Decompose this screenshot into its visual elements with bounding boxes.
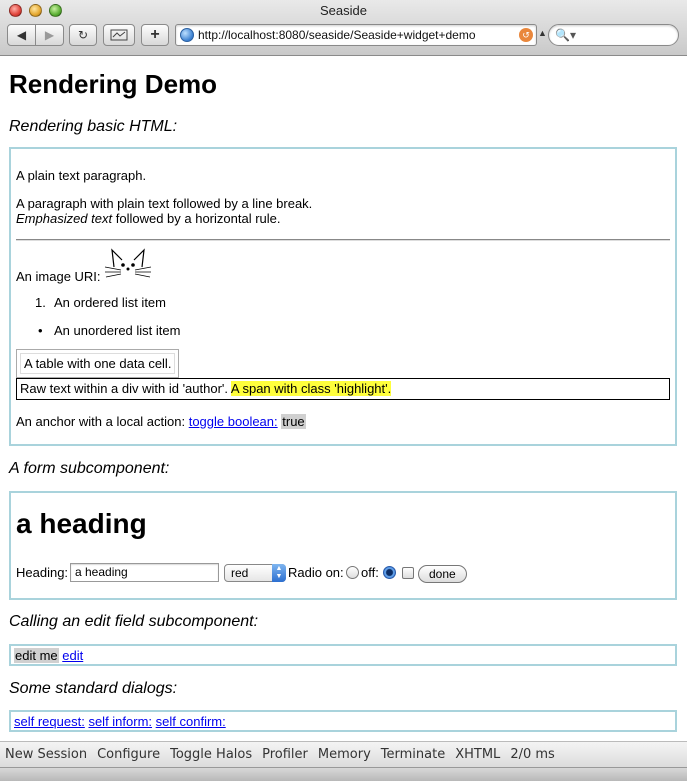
section-title-form: A form subcomponent:	[9, 460, 170, 477]
edit-link[interactable]: edit	[62, 648, 83, 663]
browser-status-bar	[0, 767, 687, 781]
form-heading: a heading	[16, 508, 147, 539]
section-title-basic-html: Rendering basic HTML:	[9, 118, 178, 135]
anchor-label: An anchor with a local action:	[16, 414, 189, 429]
self-inform-link[interactable]: self inform:	[88, 714, 152, 729]
select-arrows-icon: ▲ ▼	[272, 564, 286, 582]
back-arrow-icon: ◀	[16, 28, 27, 42]
basic-html-box: A plain text paragraph. A paragraph with…	[9, 147, 677, 446]
self-confirm-link[interactable]: self confirm:	[156, 714, 226, 729]
page-title: Rendering Demo	[9, 69, 218, 99]
heading-label: Heading:	[16, 565, 69, 580]
dialogs-line: self request: self inform: self confirm:	[14, 714, 226, 729]
form-box: a heading Heading: a heading red ▲ ▼ Radi…	[9, 491, 677, 600]
radio-on-label: Radio on:	[288, 565, 344, 580]
ordered-list-item: An ordered list item	[54, 295, 166, 310]
edit-field-line: edit me edit	[14, 648, 83, 663]
plain-paragraph: A plain text paragraph.	[16, 168, 147, 183]
window-titlebar: Seaside ◀ ▶ ↻ + http://localhost:8080/se…	[0, 0, 687, 56]
snapback-button[interactable]	[103, 24, 135, 46]
table-cell: A table with one data cell.	[20, 353, 176, 374]
boolean-value: true	[281, 414, 306, 429]
refresh-page-icon[interactable]: ↺	[519, 28, 533, 42]
author-div: Raw text within a div with id 'author'. …	[16, 378, 670, 400]
search-field[interactable]: 🔍▾	[548, 24, 679, 46]
configure-link[interactable]: Configure	[97, 747, 160, 762]
edit-field-value: edit me	[14, 648, 59, 663]
address-bar[interactable]: http://localhost:8080/seaside/Seaside+wi…	[175, 24, 537, 46]
seaside-toolbar: New Session Configure Toggle Halos Profi…	[0, 741, 687, 767]
highlight-span: A span with class 'highlight'.	[230, 381, 392, 396]
globe-icon	[180, 28, 194, 42]
forward-button[interactable]: ▶	[35, 24, 64, 46]
edit-field-box: edit me edit	[9, 644, 677, 666]
snapback-icon	[110, 29, 128, 41]
bullet-icon: •	[38, 323, 43, 338]
memory-link[interactable]: Memory	[318, 747, 371, 762]
emphasized-text: Emphasized text	[16, 211, 113, 226]
radio-off[interactable]	[383, 566, 396, 579]
line-break-paragraph: A paragraph with plain text followed by …	[16, 196, 313, 211]
toggle-boolean-link[interactable]: toggle boolean:	[189, 414, 278, 429]
xhtml-link[interactable]: XHTML	[455, 747, 500, 762]
page-content: Rendering Demo Rendering basic HTML: A p…	[0, 57, 687, 741]
raw-text: Raw text within a div with id 'author'.	[20, 381, 231, 396]
forward-arrow-icon: ▶	[44, 28, 55, 42]
color-select-value: red	[231, 566, 249, 580]
image-label: An image URI:	[16, 269, 101, 284]
horizontal-rule	[16, 239, 670, 241]
radio-on[interactable]	[346, 566, 359, 579]
self-request-link[interactable]: self request:	[14, 714, 85, 729]
dialogs-box: self request: self inform: self confirm:	[9, 710, 677, 732]
form-checkbox[interactable]	[402, 567, 414, 579]
color-select[interactable]: red ▲ ▼	[224, 564, 286, 582]
window-title: Seaside	[320, 3, 367, 18]
back-button[interactable]: ◀	[7, 24, 36, 46]
new-session-link[interactable]: New Session	[5, 747, 87, 762]
profiler-link[interactable]: Profiler	[262, 747, 308, 762]
emphasized-suffix: followed by a horizontal rule.	[112, 211, 281, 226]
radio-off-label: off:	[361, 565, 379, 580]
data-table: A table with one data cell.	[16, 349, 180, 378]
done-button[interactable]: done	[418, 565, 467, 583]
anchor-line: An anchor with a local action: toggle bo…	[16, 414, 306, 429]
ordered-list-number: 1.	[35, 295, 46, 310]
cat-face-image	[104, 248, 152, 278]
toggle-halos-link[interactable]: Toggle Halos	[170, 747, 252, 762]
search-icon: 🔍▾	[555, 28, 576, 42]
render-timing: 2/0 ms	[510, 747, 555, 762]
reload-button[interactable]: ↻	[69, 24, 97, 46]
url-input[interactable]: http://localhost:8080/seaside/Seaside+wi…	[198, 28, 519, 42]
plus-icon: +	[150, 26, 160, 43]
heading-input[interactable]: a heading	[70, 563, 219, 582]
section-title-edit-field: Calling an edit field subcomponent:	[9, 613, 259, 630]
section-title-dialogs: Some standard dialogs:	[9, 680, 178, 697]
history-dropdown-icon[interactable]: ▲	[538, 28, 547, 38]
terminate-link[interactable]: Terminate	[381, 747, 445, 762]
add-bookmark-button[interactable]: +	[141, 24, 169, 46]
emphasized-line: Emphasized text followed by a horizontal…	[16, 211, 280, 226]
unordered-list-item: An unordered list item	[54, 323, 181, 338]
reload-icon: ↻	[77, 28, 89, 42]
